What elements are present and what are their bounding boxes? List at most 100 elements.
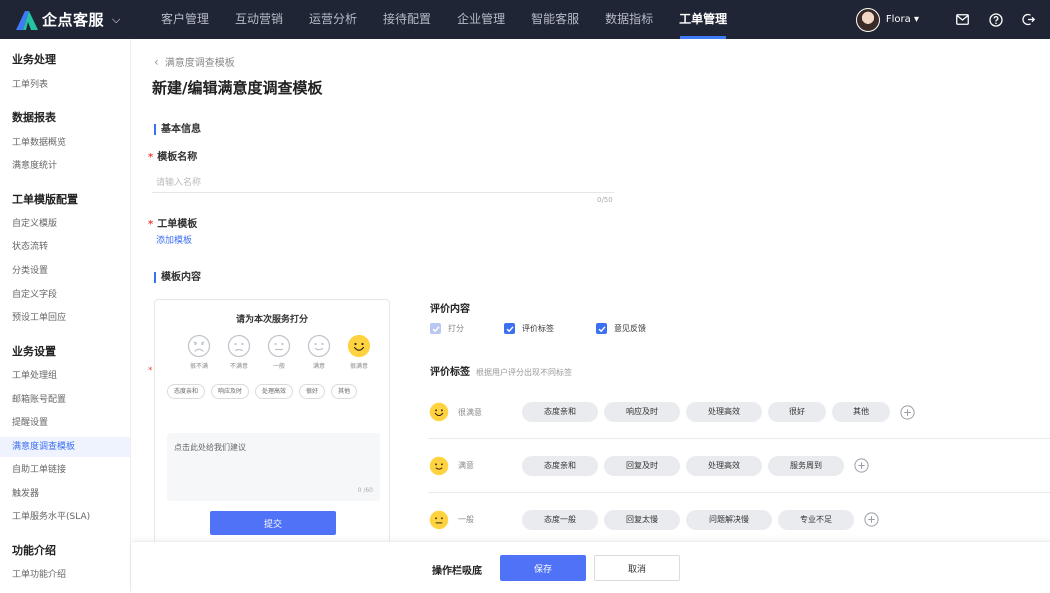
tag-chip[interactable]: 很好 bbox=[768, 402, 826, 422]
eval-tags-title-text: 评价标签 bbox=[430, 367, 470, 378]
section-template-content: 模板内容 bbox=[154, 272, 201, 283]
sidebar-item[interactable]: 满意度统计 bbox=[0, 156, 130, 176]
sidebar-item[interactable]: 提醒设置 bbox=[0, 413, 130, 433]
tag-chip[interactable]: 其他 bbox=[832, 402, 890, 422]
tag-level-row: 满意 态度亲和 回复及时 处理高效 服务周到 bbox=[428, 438, 1050, 492]
level-face bbox=[429, 402, 449, 422]
nav-item[interactable]: 工单管理 bbox=[666, 0, 740, 39]
sidebar-item[interactable]: 自定义模版 bbox=[0, 214, 130, 234]
add-tag-icon[interactable] bbox=[864, 512, 879, 527]
tag-chip[interactable]: 态度亲和 bbox=[522, 402, 598, 422]
checkmark-icon bbox=[430, 323, 441, 334]
checkbox-label: 评价标签 bbox=[522, 324, 554, 333]
sticky-action-bar: 操作栏吸底 保存 取消 bbox=[132, 541, 1050, 593]
ticket-template-label: * 工单模板 bbox=[148, 215, 197, 230]
tag-chip[interactable]: 回复及时 bbox=[604, 455, 680, 476]
add-tag-icon[interactable] bbox=[900, 404, 915, 420]
eval-content-title: 评价内容 bbox=[430, 304, 470, 315]
sidebar-item[interactable]: 状态流转 bbox=[0, 237, 130, 257]
eval-tags-hint: 根据用户评分出现不同标签 bbox=[476, 368, 572, 377]
rating-face[interactable]: 不满意 bbox=[219, 334, 259, 370]
chevron-left-icon[interactable]: ‹ bbox=[154, 55, 159, 69]
logout-icon[interactable] bbox=[1021, 12, 1036, 27]
face-icon bbox=[429, 402, 449, 422]
rating-face[interactable]: 一般 bbox=[259, 334, 299, 370]
sidebar-item[interactable]: 工单处理组 bbox=[0, 366, 130, 386]
user-menu[interactable]: Flora ▾ bbox=[886, 14, 919, 25]
sidebar-item[interactable]: 工单列表 bbox=[0, 75, 130, 95]
help-icon[interactable] bbox=[988, 12, 1003, 27]
nav-item[interactable]: 数据指标 bbox=[592, 0, 666, 39]
tag-chip[interactable]: 响应及时 bbox=[604, 402, 680, 422]
sidebar-item[interactable]: 工单功能介绍 bbox=[0, 565, 130, 585]
ticket-template-label-text: 工单模板 bbox=[157, 219, 198, 230]
breadcrumb-label: 满意度调查模板 bbox=[164, 58, 235, 69]
user-name: Flora bbox=[885, 14, 911, 25]
sidebar-item[interactable]: 自定义字段 bbox=[0, 285, 130, 305]
sidebar-item[interactable]: 触发器 bbox=[0, 484, 130, 504]
preview-tag[interactable]: 很好 bbox=[299, 384, 326, 399]
rating-faces: 很不满 不满意 一般 满意 很满意 bbox=[179, 334, 379, 370]
app-logo[interactable]: 企点客服 ⌵ bbox=[14, 9, 132, 31]
nav-item[interactable]: 互动营销 bbox=[222, 0, 296, 39]
page-title: 新建/编辑满意度调查模板 bbox=[152, 79, 323, 97]
sidebar-item[interactable]: 满意度调查模板 bbox=[0, 437, 130, 457]
sidebar-item[interactable]: 工单服务水平(SLA) bbox=[0, 507, 130, 527]
preview-tags: 态度亲和 响应及时 处理高效 很好 其他 bbox=[167, 384, 382, 399]
save-button[interactable]: 保存 bbox=[500, 555, 586, 581]
mail-icon[interactable] bbox=[955, 12, 970, 27]
nav-item[interactable]: 智能客服 bbox=[518, 0, 592, 39]
tag-chip[interactable]: 处理高效 bbox=[686, 455, 762, 476]
rating-face[interactable]: 很不满 bbox=[179, 334, 219, 370]
sidebar-item[interactable]: 预设工单回应 bbox=[0, 308, 130, 328]
tag-chip[interactable]: 态度一般 bbox=[522, 509, 598, 530]
nav-item[interactable]: 客户管理 bbox=[148, 0, 222, 39]
face-icon bbox=[347, 334, 371, 358]
template-name-input[interactable] bbox=[152, 173, 614, 193]
face-icon bbox=[429, 456, 449, 475]
cancel-button[interactable]: 取消 bbox=[594, 555, 680, 581]
tag-level-row: 一般 态度一般 回复太慢 问题解决慢 专业不足 bbox=[428, 492, 1050, 546]
breadcrumb[interactable]: ‹ 满意度调查模板 bbox=[154, 54, 235, 70]
tag-chip[interactable]: 问题解决慢 bbox=[686, 509, 772, 530]
sidebar-item[interactable]: 工单数据概览 bbox=[0, 133, 130, 153]
tag-chip[interactable]: 处理高效 bbox=[686, 402, 762, 422]
avatar[interactable] bbox=[855, 7, 880, 32]
required-mark: * bbox=[148, 366, 153, 376]
chevron-down-icon[interactable]: ⌵ bbox=[112, 13, 120, 27]
preview-tag[interactable]: 态度亲和 bbox=[167, 384, 206, 399]
sidebar-item[interactable]: 自助工单链接 bbox=[0, 460, 130, 480]
rating-face[interactable]: 满意 bbox=[299, 334, 339, 370]
tag-chip[interactable]: 专业不足 bbox=[778, 509, 854, 530]
rating-face[interactable]: 很满意 bbox=[339, 334, 379, 370]
checkmark-icon bbox=[504, 323, 515, 334]
tag-chip[interactable]: 回复太慢 bbox=[604, 509, 680, 530]
rating-face-label: 很满意 bbox=[349, 363, 368, 370]
level-label: 满意 bbox=[458, 461, 474, 470]
suggestion-textarea[interactable]: 点击此处给我们建议 0 /60 bbox=[167, 433, 380, 501]
tag-chip[interactable]: 态度亲和 bbox=[522, 455, 598, 476]
section-basic-info: 基本信息 bbox=[154, 124, 201, 135]
sidebar-item[interactable]: 分类设置 bbox=[0, 261, 130, 281]
preview-tag[interactable]: 其他 bbox=[331, 384, 358, 399]
tag-chip[interactable]: 服务周到 bbox=[768, 455, 844, 476]
nav-item[interactable]: 企业管理 bbox=[444, 0, 518, 39]
nav-item[interactable]: 运营分析 bbox=[296, 0, 370, 39]
logo-icon bbox=[16, 10, 38, 30]
checkbox-2[interactable]: 意见反馈 bbox=[596, 323, 646, 334]
required-mark: * bbox=[148, 152, 154, 163]
add-tag-icon[interactable] bbox=[854, 458, 869, 473]
sidebar-group-title: 数据报表 bbox=[12, 111, 56, 124]
rating-face-label: 不满意 bbox=[229, 363, 248, 370]
add-template-link[interactable]: 添加模板 bbox=[156, 233, 192, 246]
checkbox-0: 打分 bbox=[430, 323, 464, 334]
main-content: ‹ 满意度调查模板 新建/编辑满意度调查模板 基本信息 *模板名称 0/50 *… bbox=[132, 39, 1050, 593]
face-icon bbox=[187, 334, 211, 358]
preview-tag[interactable]: 响应及时 bbox=[211, 384, 250, 399]
preview-tag[interactable]: 处理高效 bbox=[255, 384, 294, 399]
sidebar-item[interactable]: 邮箱账号配置 bbox=[0, 390, 130, 410]
suggestion-counter: 0 /60 bbox=[357, 487, 373, 494]
nav-item[interactable]: 接待配置 bbox=[370, 0, 444, 39]
checkbox-1[interactable]: 评价标签 bbox=[504, 323, 554, 334]
submit-button[interactable]: 提交 bbox=[210, 511, 336, 535]
